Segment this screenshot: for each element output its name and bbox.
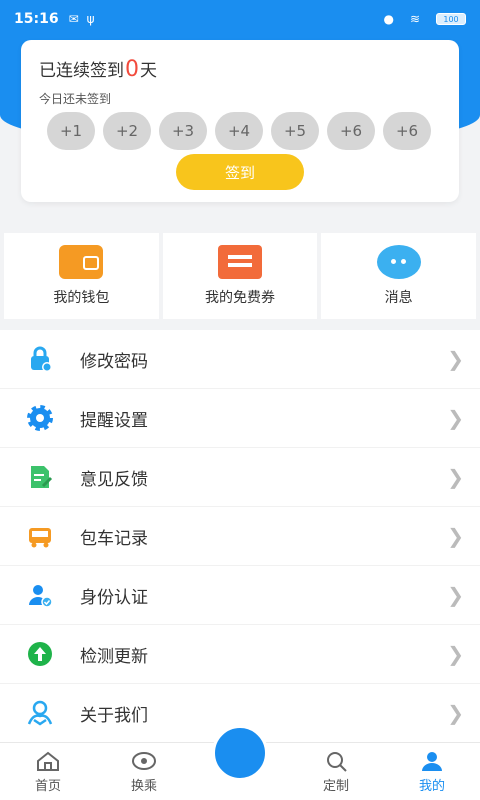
bus-icon — [24, 520, 56, 552]
tab-transfer[interactable]: 换乘 — [96, 743, 192, 800]
streak-prefix: 已连续签到 — [39, 61, 124, 81]
menu-label: 修改密码 — [80, 351, 148, 372]
day-reward-6: +6 — [327, 112, 375, 150]
location-icon: ● — [383, 12, 394, 26]
upload-icon — [24, 638, 56, 670]
coupon-icon — [218, 245, 262, 279]
chevron-right-icon: ❯ — [447, 642, 464, 666]
lock-icon — [24, 343, 56, 375]
wifi-icon: ≋ — [409, 12, 420, 26]
wallet-icon — [59, 245, 104, 279]
tab-custom[interactable]: 定制 — [288, 743, 384, 800]
about-icon — [24, 697, 56, 729]
quick-actions: 我的钱包 我的免费券 消息 — [4, 233, 477, 319]
message-button[interactable]: 消息 — [321, 233, 477, 319]
menu-item-check-update[interactable]: 检测更新 ❯ — [0, 625, 480, 684]
menu-label: 关于我们 — [80, 705, 148, 726]
custom-icon — [327, 751, 347, 772]
feedback-icon — [24, 461, 56, 493]
day-reward-4: +4 — [215, 112, 263, 150]
tab-label: 定制 — [322, 778, 349, 794]
menu-item-reminder-settings[interactable]: 提醒设置 ❯ — [0, 389, 480, 448]
menu-label: 包车记录 — [80, 528, 148, 549]
menu-item-identity-verification[interactable]: 身份认证 ❯ — [0, 566, 480, 625]
menu-item-feedback[interactable]: 意见反馈 ❯ — [0, 448, 480, 507]
user-verify-icon — [24, 579, 56, 611]
usb-icon: ψ — [86, 12, 95, 26]
tab-label: 我的 — [418, 778, 445, 794]
coupon-button[interactable]: 我的免费券 — [162, 233, 318, 319]
message-label: 消息 — [384, 290, 413, 306]
day-reward-row: +1 +2 +3 +4 +5 +6 +6 — [47, 112, 431, 150]
menu-label: 检测更新 — [80, 646, 148, 667]
chevron-right-icon: ❯ — [447, 406, 464, 430]
status-bar: 15:16 ✉ ψ ● ≋ 100 — [0, 0, 480, 38]
center-icon — [212, 725, 268, 781]
menu-label: 身份认证 — [80, 587, 148, 608]
chevron-right-icon: ❯ — [447, 583, 464, 607]
sign-status-text: 今日还未签到 — [39, 92, 112, 106]
home-icon — [37, 751, 59, 771]
menu-item-change-password[interactable]: 修改密码 ❯ — [0, 330, 480, 389]
streak-days: 0 — [125, 57, 139, 82]
profile-icon — [422, 751, 442, 771]
tab-label: 首页 — [34, 778, 61, 794]
streak-suffix: 天 — [140, 61, 157, 81]
day-reward-5: +5 — [271, 112, 319, 150]
menu-label: 提醒设置 — [80, 410, 148, 431]
tab-home[interactable]: 首页 — [0, 743, 96, 800]
wallet-label: 我的钱包 — [53, 290, 110, 306]
menu-item-charter-records[interactable]: 包车记录 ❯ — [0, 507, 480, 566]
transfer-icon — [132, 751, 156, 770]
chevron-right-icon: ❯ — [447, 524, 464, 548]
bottom-tab-bar: 首页 换乘 定制 我的 — [0, 725, 480, 800]
message-icon — [376, 245, 421, 279]
day-reward-7: +6 — [383, 112, 431, 150]
tab-center[interactable] — [192, 725, 288, 800]
gear-icon — [24, 402, 56, 434]
coupon-label: 我的免费券 — [205, 290, 275, 306]
tab-profile[interactable]: 我的 — [384, 743, 480, 800]
chevron-right-icon: ❯ — [447, 347, 464, 371]
status-time: 15:16 — [14, 11, 59, 27]
chevron-right-icon: ❯ — [447, 465, 464, 489]
day-reward-3: +3 — [159, 112, 207, 150]
chevron-right-icon: ❯ — [447, 701, 464, 725]
sign-in-card: 已连续签到 0 天 今日还未签到 +1 +2 +3 +4 +5 +6 +6 签到 — [21, 40, 459, 202]
battery-icon: 100 — [436, 13, 466, 25]
settings-menu: 修改密码 ❯ 提醒设置 ❯ 意见反馈 ❯ 包车记录 ❯ 身份认证 ❯ 检测更新 … — [0, 330, 480, 743]
tab-label: 换乘 — [130, 778, 157, 794]
notification-icon: ✉ — [68, 12, 79, 26]
menu-label: 意见反馈 — [80, 469, 148, 490]
day-reward-1: +1 — [47, 112, 95, 150]
wallet-button[interactable]: 我的钱包 — [4, 233, 159, 319]
sign-streak-title: 已连续签到 0 天 — [39, 56, 157, 82]
sign-in-button[interactable]: 签到 — [176, 154, 304, 190]
day-reward-2: +2 — [103, 112, 151, 150]
